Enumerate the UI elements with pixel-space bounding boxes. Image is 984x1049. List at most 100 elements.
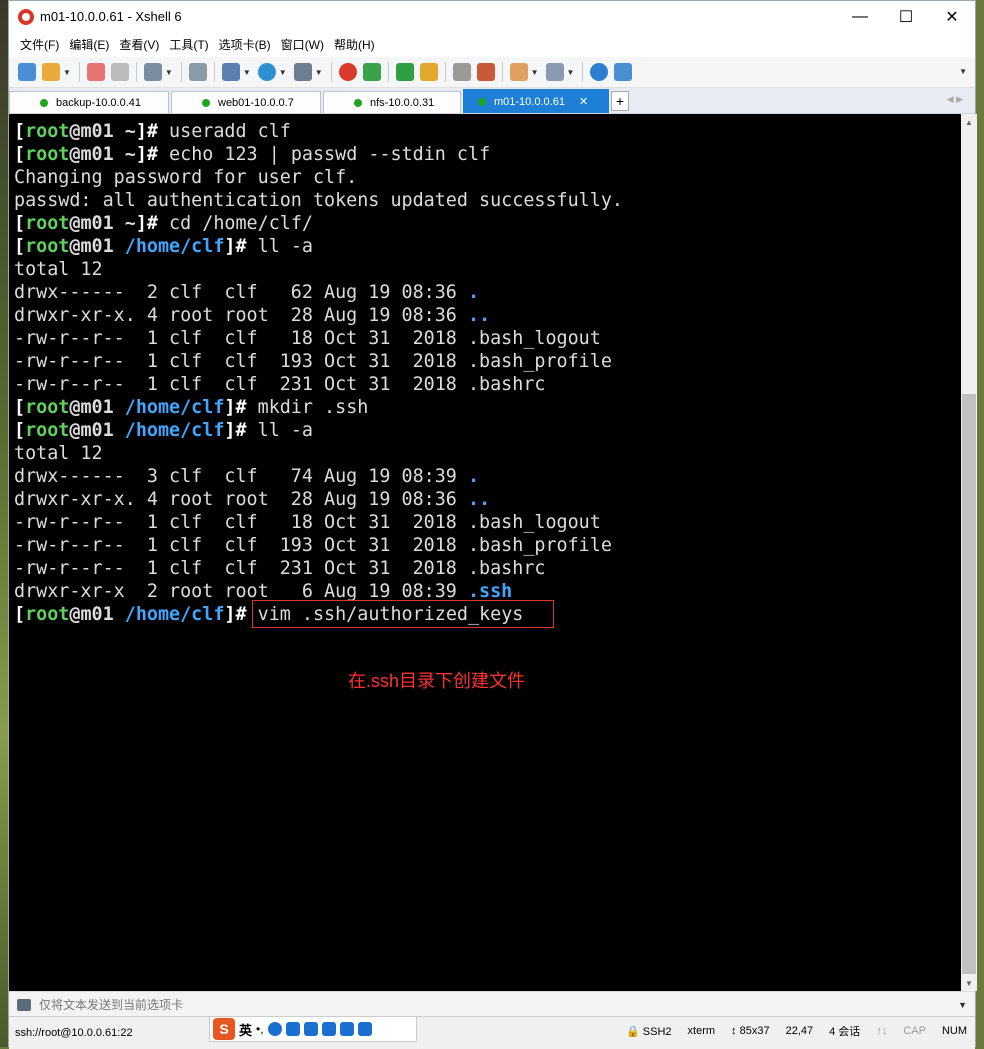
add-tab-button[interactable]: + bbox=[611, 91, 629, 111]
reconnect-icon[interactable] bbox=[110, 63, 129, 81]
highlight-icon[interactable] bbox=[476, 63, 495, 81]
chevron-down-icon[interactable]: ▼ bbox=[531, 68, 539, 77]
status-bar: ssh://root@10.0.0.61:22 🔒 SSH2 xterm ↕ 8… bbox=[9, 1016, 975, 1049]
status-indicators: 🔒 SSH2 xterm ↕ 85x37 22,47 4 会话 ↑↓ CAP N… bbox=[626, 1023, 967, 1039]
punctuation-icon[interactable]: •, bbox=[256, 1022, 264, 1036]
chevron-down-icon[interactable]: ▼ bbox=[279, 68, 287, 77]
terminal-line: -rw-r--r-- 1 clf clf 231 Oct 31 2018 .ba… bbox=[14, 373, 623, 396]
chevron-down-icon[interactable]: ▼ bbox=[958, 1000, 967, 1010]
toolbar-separator bbox=[387, 62, 389, 82]
tab-m01[interactable]: m01-10.0.0.61 ✕ bbox=[463, 89, 609, 113]
minimize-button[interactable]: — bbox=[837, 1, 883, 32]
layout-icon[interactable] bbox=[545, 63, 564, 81]
open-folder-icon[interactable] bbox=[42, 63, 60, 81]
ls-entry: drwxr-xr-x. 4 root root 28 Aug 19 08:36 bbox=[14, 305, 468, 326]
ime-language[interactable]: 英 bbox=[239, 1020, 252, 1039]
prompt-symbol: ]# bbox=[224, 397, 258, 418]
chevron-down-icon[interactable]: ▼ bbox=[315, 68, 323, 77]
chevron-down-icon[interactable]: ▼ bbox=[63, 68, 71, 77]
output-text: -rw-r--r-- 1 clf clf 18 Oct 31 2018 .bas… bbox=[14, 512, 601, 533]
fullscreen-icon[interactable] bbox=[395, 63, 414, 81]
sogou-logo-icon[interactable]: S bbox=[213, 1018, 235, 1040]
help-icon[interactable] bbox=[590, 63, 609, 81]
chevron-down-icon[interactable]: ▼ bbox=[243, 68, 251, 77]
tab-backup[interactable]: backup-10.0.0.41 bbox=[9, 91, 169, 113]
xftp-icon[interactable] bbox=[362, 63, 381, 81]
scroll-down-icon[interactable]: ▼ bbox=[961, 975, 977, 991]
copy-paste-icon[interactable] bbox=[221, 63, 240, 81]
menu-tabs[interactable]: 选项卡(B) bbox=[214, 36, 276, 53]
prompt-host: @m01 bbox=[69, 236, 125, 257]
toolbar-overflow-icon[interactable]: ▼ bbox=[959, 67, 967, 76]
caps-lock-indicator: CAP bbox=[903, 1025, 926, 1037]
scroll-up-icon[interactable]: ▲ bbox=[961, 114, 977, 130]
ime-toolbar[interactable]: S 英 •, bbox=[209, 1016, 417, 1042]
tab-nfs[interactable]: nfs-10.0.0.31 bbox=[323, 91, 461, 113]
new-session-icon[interactable] bbox=[18, 63, 36, 81]
tab-scroll-arrows[interactable]: ◀ ▶ bbox=[947, 94, 963, 105]
terminal-line: -rw-r--r-- 1 clf clf 18 Oct 31 2018 .bas… bbox=[14, 511, 623, 534]
chevron-down-icon[interactable]: ▼ bbox=[165, 68, 173, 77]
terminal-scrollbar[interactable]: ▲ ▼ bbox=[961, 114, 977, 991]
keyboard-icon[interactable] bbox=[452, 63, 471, 81]
desktop-background bbox=[0, 0, 8, 1047]
search-icon[interactable] bbox=[188, 63, 207, 81]
maximize-button[interactable]: ☐ bbox=[883, 1, 929, 32]
menu-tools[interactable]: 工具(T) bbox=[164, 36, 213, 53]
tab-label: web01-10.0.0.7 bbox=[218, 96, 294, 109]
lock-icon[interactable] bbox=[419, 63, 438, 81]
terminal-screen[interactable]: [root@m01 ~]# useradd clf [root@m01 ~]# e… bbox=[9, 114, 961, 991]
chevron-down-icon[interactable]: ▼ bbox=[567, 68, 575, 77]
tab-web01[interactable]: web01-10.0.0.7 bbox=[171, 91, 321, 113]
skin-icon[interactable] bbox=[339, 1022, 354, 1036]
dir-name: .ssh bbox=[467, 581, 513, 602]
compose-placeholder[interactable]: 仅将文本发送到当前选项卡 bbox=[39, 996, 183, 1013]
terminal-line: -rw-r--r-- 1 clf clf 193 Oct 31 2018 .ba… bbox=[14, 534, 623, 557]
compose-icon[interactable] bbox=[17, 998, 31, 1011]
close-button[interactable]: ✕ bbox=[929, 1, 975, 32]
transfer-arrows-icon: ↑↓ bbox=[876, 1025, 888, 1037]
menu-view[interactable]: 查看(V) bbox=[114, 36, 164, 53]
properties-icon[interactable] bbox=[143, 63, 162, 81]
xshell-icon[interactable] bbox=[338, 63, 357, 81]
apps-icon[interactable] bbox=[357, 1022, 372, 1036]
output-text: -rw-r--r-- 1 clf clf 231 Oct 31 2018 .ba… bbox=[14, 558, 546, 579]
toolbar: ▼ ▼ ▼ ▼ ▼ ▼ ▼ ▼ bbox=[9, 57, 975, 88]
connected-status-icon bbox=[478, 97, 486, 106]
close-tab-icon[interactable]: ✕ bbox=[579, 95, 588, 108]
prompt-bracket: [ bbox=[14, 213, 26, 234]
command-text: useradd clf bbox=[169, 121, 291, 142]
menu-help[interactable]: 帮助(H) bbox=[329, 36, 380, 53]
tab-label: nfs-10.0.0.31 bbox=[370, 96, 435, 109]
prompt-symbol: ]# bbox=[135, 121, 170, 142]
chat-icon[interactable] bbox=[614, 63, 633, 81]
ls-entry: drwxr-xr-x 2 root root 6 Aug 19 08:39 bbox=[14, 581, 468, 602]
microphone-icon[interactable] bbox=[285, 1022, 300, 1036]
compose-bar[interactable]: 仅将文本发送到当前选项卡 ▼ bbox=[9, 991, 975, 1017]
keyboard-icon[interactable] bbox=[303, 1022, 318, 1036]
terminal-line: total 12 bbox=[14, 258, 623, 281]
menu-edit[interactable]: 编辑(E) bbox=[64, 36, 114, 53]
disconnect-icon[interactable] bbox=[86, 63, 105, 81]
menu-window[interactable]: 窗口(W) bbox=[276, 36, 329, 53]
xshell-window: m01-10.0.0.61 - Xshell 6 — ☐ ✕ 文件(F) 编辑(… bbox=[8, 0, 977, 1049]
command-text: cd /home/clf/ bbox=[169, 213, 313, 234]
globe-icon[interactable] bbox=[257, 63, 276, 81]
terminal-line: [root@m01 ~]# cd /home/clf/ bbox=[14, 212, 623, 235]
terminal-line: total 12 bbox=[14, 442, 623, 465]
terminal-line: drwx------ 2 clf clf 62 Aug 19 08:36 . bbox=[14, 281, 623, 304]
annotation-text: 在.ssh目录下创建文件 bbox=[348, 671, 526, 691]
prompt-host: @m01 bbox=[69, 121, 125, 142]
connected-status-icon bbox=[202, 98, 210, 107]
menu-file[interactable]: 文件(F) bbox=[15, 36, 64, 53]
font-icon[interactable] bbox=[293, 63, 312, 81]
prompt-bracket: [ bbox=[14, 121, 26, 142]
emoji-icon[interactable] bbox=[267, 1022, 282, 1036]
user-icon[interactable] bbox=[321, 1022, 336, 1036]
toolbar-separator bbox=[330, 62, 332, 82]
toolbar-separator bbox=[78, 62, 80, 82]
scrollbar-thumb[interactable] bbox=[962, 394, 976, 974]
add-session-icon[interactable] bbox=[509, 63, 528, 81]
prompt-dir: ~ bbox=[124, 121, 136, 142]
terminal-line: [root@m01 /home/clf]# ll -a bbox=[14, 419, 623, 442]
